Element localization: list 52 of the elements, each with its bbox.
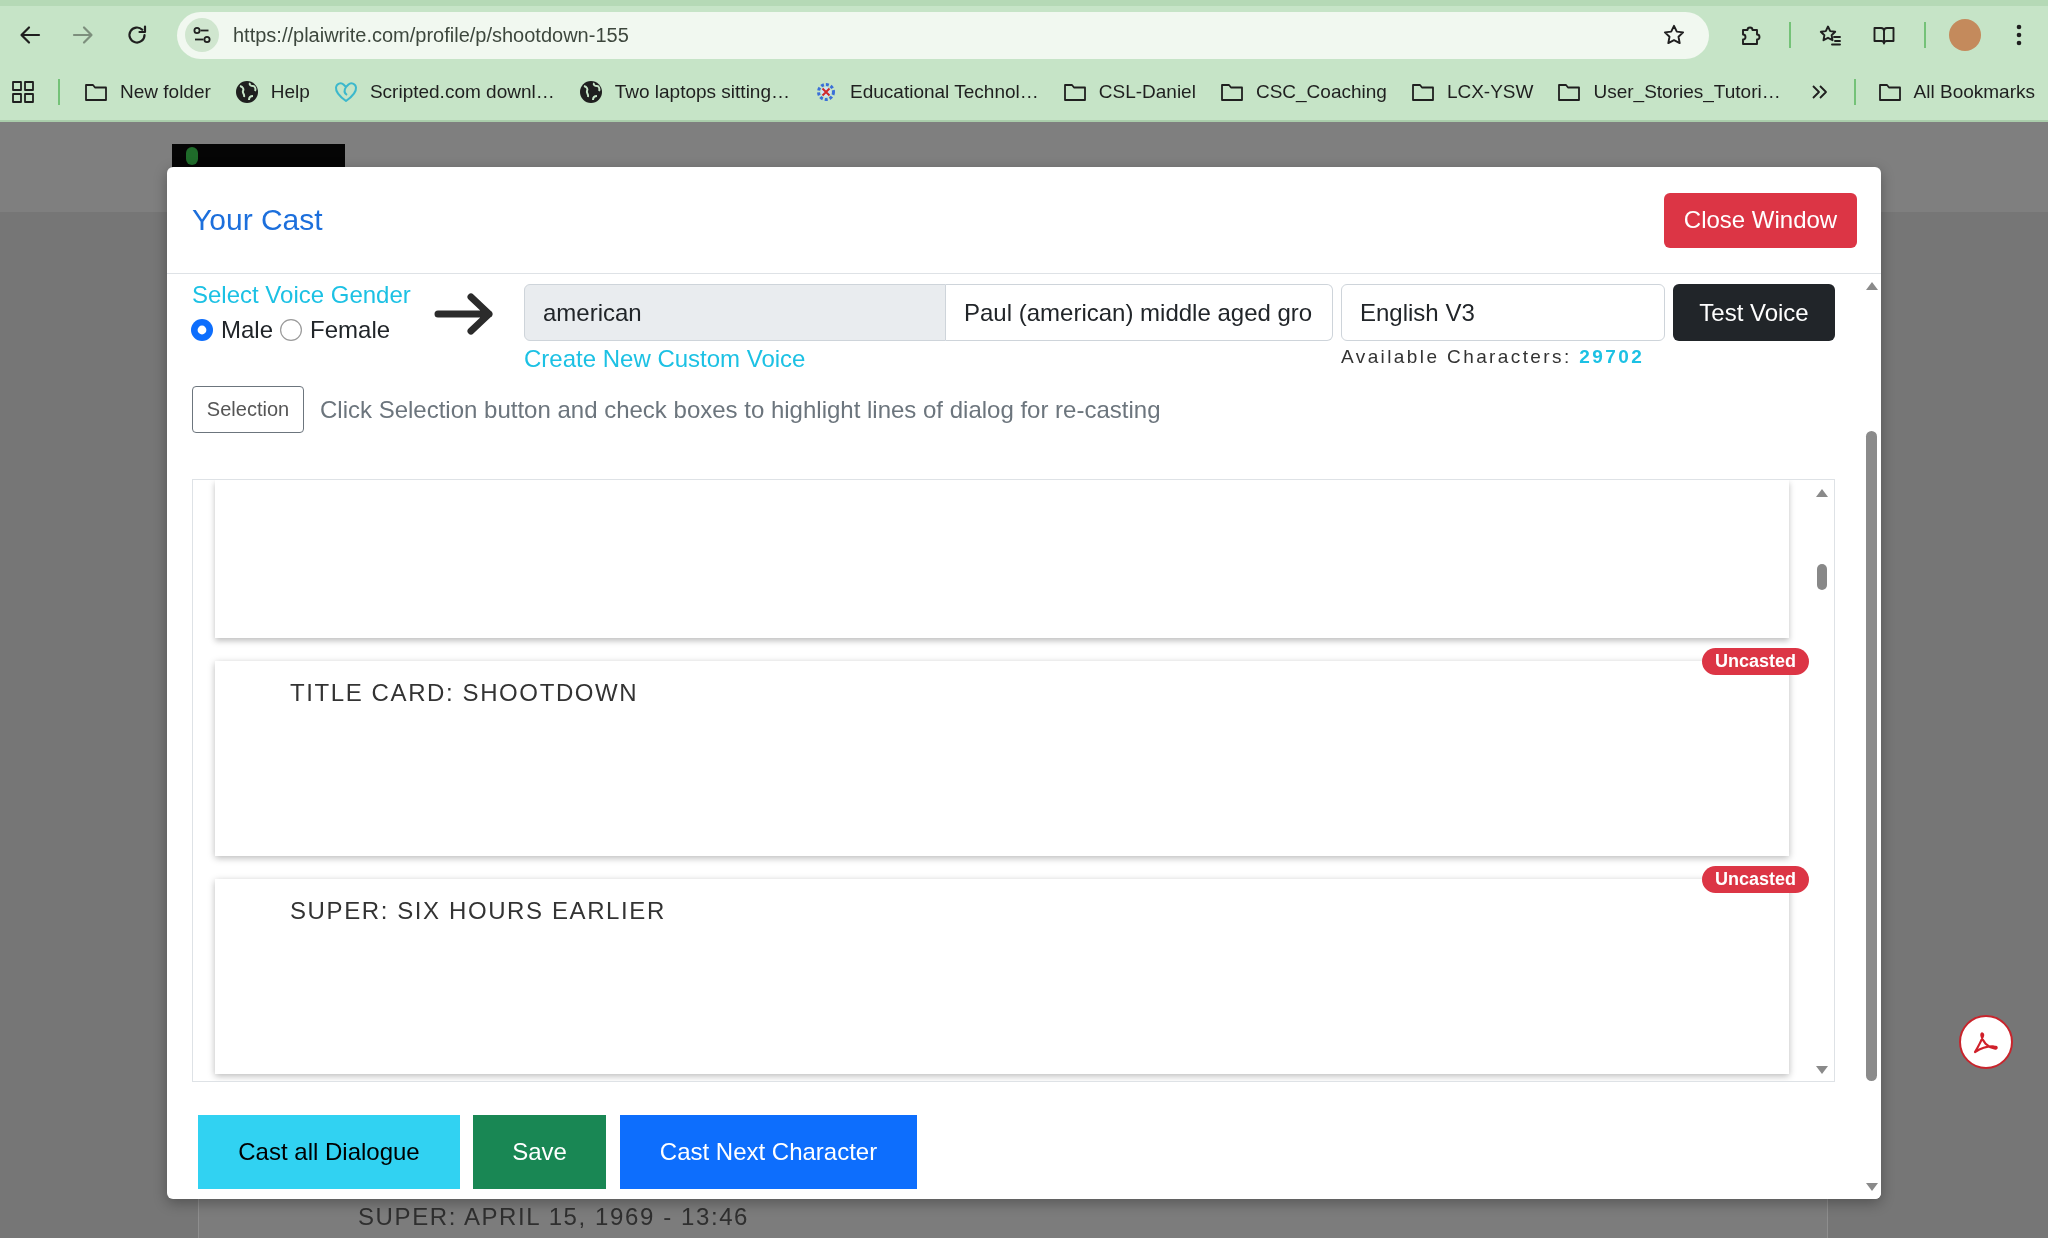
bookmark-item[interactable]: Scripted.com downl… <box>333 80 555 104</box>
model-field[interactable]: English V3 <box>1341 284 1665 341</box>
footer-button[interactable]: Cast all Dialogue <box>198 1115 460 1189</box>
voice-gender-label: Select Voice Gender <box>192 281 412 309</box>
footer-button[interactable]: Save <box>473 1115 606 1189</box>
reload-icon[interactable] <box>125 23 149 47</box>
bookmark-item[interactable]: Educational Technol… <box>814 80 1039 104</box>
status-badge: Uncasted <box>1701 866 1809 893</box>
available-characters-text: Available Characters: 29702 <box>1341 345 1645 369</box>
close-window-button[interactable]: Close Window <box>1664 192 1857 248</box>
footer-button[interactable]: Cast Next Character <box>620 1115 917 1189</box>
scroll-down-icon[interactable] <box>1865 1183 1878 1191</box>
bookmark-item[interactable]: Two laptops sitting… <box>578 80 790 104</box>
scroll-up-icon[interactable] <box>1865 282 1878 290</box>
bookmark-item[interactable]: LCX-YSW <box>1410 80 1534 104</box>
apps-grid-icon[interactable] <box>12 81 34 103</box>
heart-icon <box>333 80 358 104</box>
globe-icon <box>234 80 259 104</box>
scrollbar-thumb[interactable] <box>1866 431 1877 1081</box>
selection-button[interactable]: Selection <box>192 386 304 433</box>
bookmark-item[interactable]: CSC_Coaching <box>1219 80 1387 104</box>
microphone-icon <box>186 147 198 165</box>
instruction-text: Click Selection button and check boxes to highlight lines of dialog for re-casting <box>320 395 1161 424</box>
line-text: TITLE CARD: SHOOTDOWN <box>290 679 639 706</box>
bookmark-item[interactable]: All Bookmarks <box>1877 80 2035 104</box>
menu-icon[interactable] <box>2016 24 2022 46</box>
radio-button[interactable] <box>280 319 303 341</box>
bookmark-item[interactable]: Help <box>234 80 310 104</box>
gender-option[interactable]: Female <box>280 316 391 344</box>
pdf-button[interactable] <box>1959 1015 2013 1069</box>
status-badge: Uncasted <box>1701 648 1809 675</box>
radio-button[interactable] <box>191 319 213 341</box>
script-line: SUPER: APRIL 15, 1969 - 13:46 <box>358 1203 750 1230</box>
voice-select[interactable]: Paul (american) middle aged gro <box>946 284 1333 341</box>
address-bar[interactable]: https://plaiwrite.com/profile/p/shootdown-155 <box>177 11 1709 59</box>
bookmark-item[interactable]: User_Stories_Tutori… <box>1557 80 1781 104</box>
url-text[interactable]: https://plaiwrite.com/profile/p/shootdown-155 <box>233 23 1662 47</box>
modal-title: Your Cast <box>192 203 323 237</box>
globe-icon <box>578 80 603 104</box>
gender-option[interactable]: Male <box>191 316 274 344</box>
bookmark-item[interactable]: New folder <box>84 80 211 104</box>
gear-icon <box>814 80 838 104</box>
line-text: SUPER: SIX HOURS EARLIER <box>290 897 666 924</box>
scrollbar-thumb[interactable] <box>1817 564 1827 590</box>
site-settings-icon[interactable] <box>185 18 219 52</box>
test-voice-button[interactable]: Test Voice <box>1673 284 1835 341</box>
bookmark-item[interactable]: CSL-Daniel <box>1062 80 1196 104</box>
scroll-up-icon[interactable] <box>1816 489 1828 497</box>
bookmark-star-icon[interactable] <box>1818 23 1842 47</box>
star-icon[interactable] <box>1662 23 1686 47</box>
scroll-down-icon[interactable] <box>1816 1066 1828 1074</box>
accent-field[interactable]: american <box>524 284 946 341</box>
